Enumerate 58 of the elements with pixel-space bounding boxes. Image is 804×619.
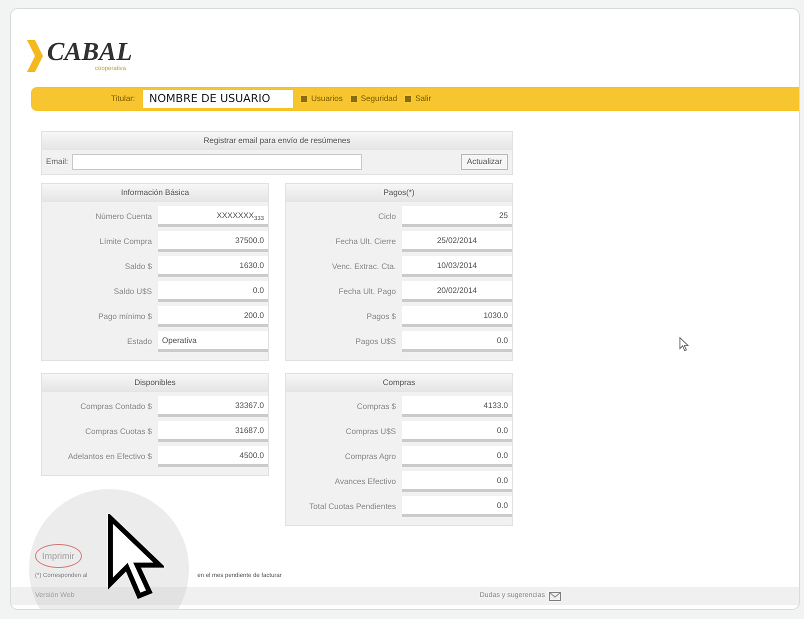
value-field: 1630.0 <box>158 256 268 277</box>
value-field: Operativa <box>158 331 268 352</box>
value-field: 0.0 <box>402 496 512 517</box>
field-label: Adelantos en Efectivo $ <box>66 450 153 462</box>
field-label: Pago mínimo $ <box>97 310 153 322</box>
value-field: 33367.0 <box>158 396 268 417</box>
panel-header: Disponibles <box>42 374 268 392</box>
value-field: 25 <box>402 206 512 227</box>
field-label: Ciclo <box>377 210 397 222</box>
menu-link[interactable]: Usuarios <box>301 93 343 105</box>
value-field: XXXXXXX$_{333}$ <box>158 206 268 227</box>
value-field: 0.0 <box>402 331 512 352</box>
value-field: 25/02/2014 <box>402 231 512 252</box>
email-label: Email: <box>46 156 68 168</box>
panel-header: Pagos(*) <box>286 184 512 202</box>
field-label: Compras Contado $ <box>79 400 153 412</box>
field-label: Compras Cuotas $ <box>84 426 153 438</box>
value-field: 20/02/2014 <box>402 281 512 302</box>
value-field: 10/03/2014 <box>402 256 512 277</box>
email-field[interactable] <box>72 154 362 170</box>
field-label: Límite Compra <box>98 236 153 248</box>
value-field: 0.0 <box>402 446 512 467</box>
field-label: Fecha Ult. Pago <box>338 286 397 298</box>
field-label: Número Cuenta <box>94 210 153 222</box>
field-label: Pagos $ <box>366 310 397 322</box>
field-label: Compras Agro <box>344 450 397 462</box>
user-name-field: NOMBRE DE USUARIO <box>143 90 294 108</box>
chevron-logo-icon <box>27 40 43 72</box>
panel-header: Compras <box>286 374 512 392</box>
field-label: Fecha Ult. Cierre <box>334 236 397 248</box>
field-label: Pagos U$S <box>354 336 397 348</box>
field-label: Compras U$S <box>344 426 397 438</box>
print-link[interactable]: Imprimir <box>35 544 82 568</box>
value-field: 31687.0 <box>158 421 268 442</box>
value-field: 200.0 <box>158 306 268 327</box>
field-label: Estado <box>126 336 153 348</box>
value-field: 0.0 <box>158 281 268 302</box>
user-label: Titular: <box>111 93 136 105</box>
field-label: Compras $ <box>356 400 397 412</box>
value-field: 4133.0 <box>402 396 512 417</box>
field-label: Total Cuotas Pendientes <box>308 500 397 512</box>
logo-text: CABAL <box>47 38 132 64</box>
field-label: Saldo U$S <box>112 286 153 298</box>
panel-header: Información Básica <box>42 184 268 202</box>
field-label: Saldo $ <box>124 260 153 272</box>
section-header: Registrar email para envío de resúmenes <box>42 132 512 150</box>
field-label: Avances Efectivo <box>334 476 397 488</box>
update-button[interactable]: Actualizar <box>460 154 508 170</box>
envelope-icon <box>549 592 561 600</box>
value-field: 1030.0 <box>402 306 512 327</box>
value-field: 0.0 <box>402 471 512 492</box>
value-field: 0.0 <box>402 421 512 442</box>
field-label: Venc. Extrac. Cta. <box>330 260 397 272</box>
menu-link[interactable]: Salir <box>405 93 432 105</box>
value-field: 37500.0 <box>158 231 268 252</box>
pointer-cursor-icon <box>679 337 689 352</box>
value-field: 4500.0 <box>158 446 268 467</box>
menu-link[interactable]: Seguridad <box>350 93 398 105</box>
